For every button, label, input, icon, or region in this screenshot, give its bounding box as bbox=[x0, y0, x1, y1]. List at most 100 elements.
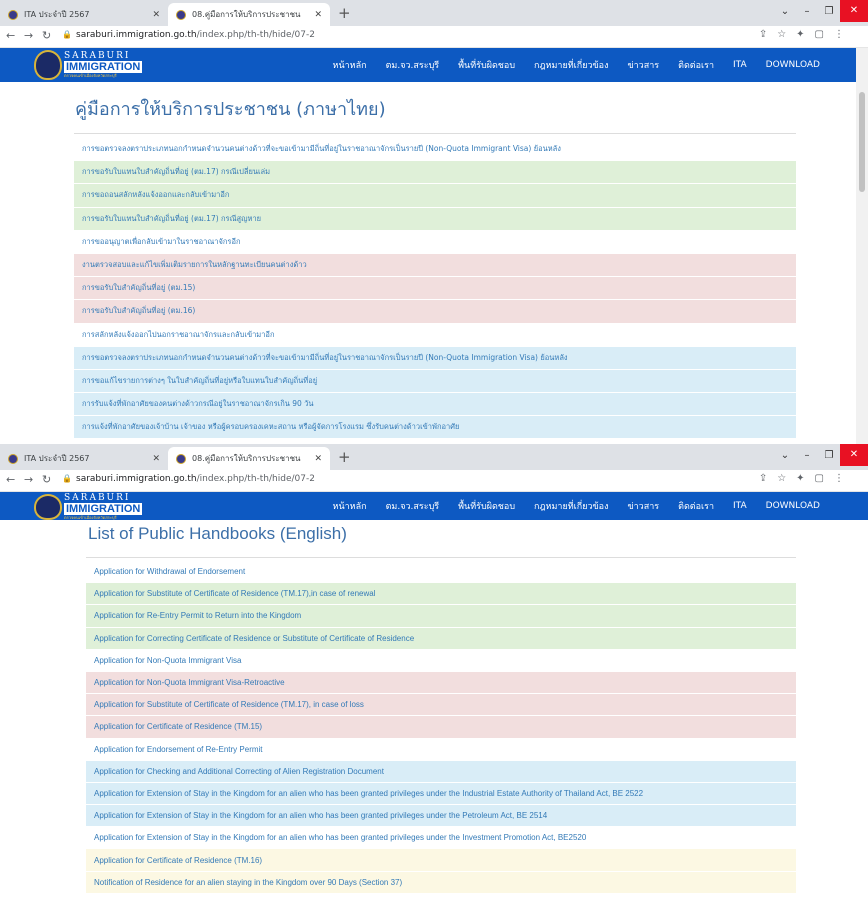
site-favicon-icon bbox=[8, 9, 18, 20]
menu-item-ita[interactable]: ITA bbox=[733, 60, 747, 70]
minimize-icon[interactable]: – bbox=[796, 6, 818, 17]
menu-item-download[interactable]: DOWNLOAD bbox=[766, 60, 820, 70]
handbook-link-item[interactable]: การขอรับใบแทนใบสำคัญถิ่นที่อยู่ (ตม.17) … bbox=[74, 206, 796, 230]
main-menu: หน้าหลัก ตม.จว.สระบุรี พื้นที่รับผิดชอบ … bbox=[314, 48, 820, 82]
close-tab-icon[interactable]: ✕ bbox=[314, 454, 322, 464]
scrollbar-thumb[interactable] bbox=[859, 92, 865, 192]
site-favicon-icon bbox=[8, 453, 18, 464]
handbook-link-item[interactable]: Application for Extension of Stay in the… bbox=[86, 826, 796, 849]
back-icon[interactable]: ← bbox=[6, 29, 15, 42]
window-controls: ⌄ – ❐ ✕ bbox=[774, 0, 868, 22]
handbook-link-item[interactable]: Application for Non-Quota Immigrant Visa bbox=[86, 648, 796, 671]
url-field[interactable]: saraburi.immigration.go.th/index.php/th-… bbox=[76, 474, 315, 484]
toolbar-icons[interactable]: ⇪☆✦▢⋮ bbox=[759, 29, 854, 40]
forward-icon[interactable]: → bbox=[24, 473, 33, 486]
handbook-list-thai: การขอตรวจลงตราประเภทนอกกำหนดจำนวนคนต่างด… bbox=[74, 137, 796, 439]
menu-item-area[interactable]: พื้นที่รับผิดชอบ bbox=[458, 58, 515, 72]
tab-ita[interactable]: ITA ประจำปี 2567 ✕ bbox=[0, 3, 168, 26]
handbook-link-item[interactable]: Application for Substitute of Certificat… bbox=[86, 693, 796, 716]
handbook-link-item[interactable]: การขอตรวจลงตราประเภทนอกกำหนดจำนวนคนต่างด… bbox=[74, 345, 796, 369]
tab-title: 08.คู่มือการให้บริการประชาชน bbox=[192, 10, 301, 19]
tab-handbook[interactable]: 08.คู่มือการให้บริการประชาชน ✕ bbox=[168, 447, 330, 470]
immigration-emblem-icon[interactable] bbox=[34, 50, 62, 80]
tab-search-icon[interactable]: ⌄ bbox=[774, 450, 796, 461]
tab-bar: ITA ประจำปี 2567 ✕ 08.คู่มือการให้บริการ… bbox=[0, 444, 868, 470]
handbook-link-item[interactable]: Application for Re-Entry Permit to Retur… bbox=[86, 604, 796, 627]
menu-item-laws[interactable]: กฎหมายที่เกี่ยวข้อง bbox=[534, 499, 608, 513]
handbook-link-item[interactable]: งานตรวจสอบและแก้ไขเพิ่มเติมรายการในหลักฐ… bbox=[74, 252, 796, 277]
address-bar: ← → ↻ 🔒 saraburi.immigration.go.th/index… bbox=[0, 26, 868, 48]
tab-bar: ITA ประจำปี 2567 ✕ 08.คู่มือการให้บริการ… bbox=[0, 0, 868, 26]
handbook-link-item[interactable]: การขออนุญาตเพื่อกลับเข้ามาในราชอาณาจักรอ… bbox=[74, 229, 796, 253]
handbook-link-item[interactable]: Application for Extension of Stay in the… bbox=[86, 804, 796, 827]
menu-item-ita[interactable]: ITA bbox=[733, 501, 747, 511]
site-favicon-icon bbox=[176, 9, 186, 20]
tab-title: ITA ประจำปี 2567 bbox=[24, 10, 90, 19]
site-logo[interactable]: SARABURI IMMIGRATION ตรวจคนเข้าเมืองจังห… bbox=[64, 51, 143, 79]
tab-handbook[interactable]: 08.คู่มือการให้บริการประชาชน ✕ bbox=[168, 3, 330, 26]
handbook-link-item[interactable]: Application for Endorsement of Re-Entry … bbox=[86, 737, 796, 760]
toolbar-icons[interactable]: ⇪☆✦▢⋮ bbox=[759, 473, 854, 484]
handbook-link-item[interactable]: การขอแก้ไขรายการต่างๆ ในใบสำคัญถิ่นที่อย… bbox=[74, 368, 796, 393]
menu-item-office[interactable]: ตม.จว.สระบุรี bbox=[386, 499, 440, 513]
site-logo[interactable]: SARABURI IMMIGRATION ตรวจคนเข้าเมืองจังห… bbox=[64, 493, 143, 521]
menu-item-office[interactable]: ตม.จว.สระบุรี bbox=[386, 58, 440, 72]
tab-title: 08.คู่มือการให้บริการประชาชน bbox=[192, 454, 301, 463]
new-tab-icon[interactable]: + bbox=[338, 4, 351, 22]
reload-icon[interactable]: ↻ bbox=[42, 473, 51, 486]
minimize-icon[interactable]: – bbox=[796, 450, 818, 461]
handbook-link-item[interactable]: Application for Checking and Additional … bbox=[86, 759, 796, 782]
handbook-link-item[interactable]: Application for Correcting Certificate o… bbox=[86, 626, 796, 649]
handbook-link-item[interactable]: การขอรับใบสำคัญถิ่นที่อยู่ (ตม.16) bbox=[74, 299, 796, 323]
handbook-link-item[interactable]: Application for Substitute of Certificat… bbox=[86, 582, 796, 605]
site-header: SARABURI IMMIGRATION ตรวจคนเข้าเมืองจังห… bbox=[0, 48, 868, 82]
handbook-link-item[interactable]: การแจ้งที่พักอาศัยของเจ้าบ้าน เจ้าของ หร… bbox=[74, 415, 796, 439]
handbook-link-item[interactable]: Application for Withdrawal of Endorsemen… bbox=[86, 560, 796, 583]
restore-icon[interactable]: ❐ bbox=[818, 450, 840, 461]
tab-ita[interactable]: ITA ประจำปี 2567 ✕ bbox=[0, 447, 168, 470]
handbook-link-item[interactable]: Application for Extension of Stay in the… bbox=[86, 781, 796, 805]
menu-item-contact[interactable]: ติดต่อเรา bbox=[678, 499, 714, 513]
menu-item-news[interactable]: ข่าวสาร bbox=[627, 499, 659, 513]
close-tab-icon[interactable]: ✕ bbox=[152, 454, 160, 464]
page-title: คู่มือการให้บริการประชาชน (ภาษาไทย) bbox=[75, 99, 386, 120]
lock-icon[interactable]: 🔒 bbox=[62, 30, 72, 39]
menu-item-home[interactable]: หน้าหลัก bbox=[333, 58, 367, 72]
menu-item-contact[interactable]: ติดต่อเรา bbox=[678, 58, 714, 72]
menu-item-laws[interactable]: กฎหมายที่เกี่ยวข้อง bbox=[534, 58, 608, 72]
back-icon[interactable]: ← bbox=[6, 473, 15, 486]
menu-item-news[interactable]: ข่าวสาร bbox=[627, 58, 659, 72]
new-tab-icon[interactable]: + bbox=[338, 448, 351, 466]
menu-item-area[interactable]: พื้นที่รับผิดชอบ bbox=[458, 499, 515, 513]
close-tab-icon[interactable]: ✕ bbox=[152, 10, 160, 20]
restore-icon[interactable]: ❐ bbox=[818, 6, 840, 17]
menu-item-home[interactable]: หน้าหลัก bbox=[333, 499, 367, 513]
handbook-link-item[interactable]: Application for Non-Quota Immigrant Visa… bbox=[86, 670, 796, 694]
scrollbar[interactable] bbox=[856, 48, 868, 444]
divider bbox=[86, 557, 796, 558]
page-title: List of Public Handbooks (English) bbox=[88, 524, 347, 543]
browser-window-english: ITA ประจำปี 2567 ✕ 08.คู่มือการให้บริการ… bbox=[0, 444, 868, 899]
handbook-link-item[interactable]: การสลักหลังแจ้งออกไปนอกราชอาณาจักรและกลั… bbox=[74, 322, 796, 346]
tab-search-icon[interactable]: ⌄ bbox=[774, 6, 796, 17]
reload-icon[interactable]: ↻ bbox=[42, 29, 51, 42]
forward-icon[interactable]: → bbox=[24, 29, 33, 42]
close-window-icon[interactable]: ✕ bbox=[840, 444, 868, 466]
handbook-link-item[interactable]: การขอรับใบสำคัญถิ่นที่อยู่ (ตม.15) bbox=[74, 276, 796, 300]
tab-title: ITA ประจำปี 2567 bbox=[24, 454, 90, 463]
site-header: SARABURI IMMIGRATION ตรวจคนเข้าเมืองจังห… bbox=[0, 492, 868, 520]
handbook-link-item[interactable]: การรับแจ้งที่พักอาศัยของคนต่างด้าวกรณีอย… bbox=[74, 392, 796, 416]
lock-icon[interactable]: 🔒 bbox=[62, 474, 72, 483]
handbook-link-item[interactable]: Application for Certificate of Residence… bbox=[86, 848, 796, 871]
url-field[interactable]: saraburi.immigration.go.th/index.php/th-… bbox=[76, 30, 315, 40]
handbook-link-item[interactable]: การขอถอนสลักหลังแจ้งออกและกลับเข้ามาอีก bbox=[74, 183, 796, 207]
handbook-link-item[interactable]: การขอตรวจลงตราประเภทนอกกำหนดจำนวนคนต่างด… bbox=[74, 137, 796, 161]
close-window-icon[interactable]: ✕ bbox=[840, 0, 868, 22]
handbook-link-item[interactable]: Notification of Residence for an alien s… bbox=[86, 870, 796, 893]
main-menu: หน้าหลัก ตม.จว.สระบุรี พื้นที่รับผิดชอบ … bbox=[314, 492, 820, 520]
menu-item-download[interactable]: DOWNLOAD bbox=[766, 501, 820, 511]
handbook-link-item[interactable]: การขอรับใบแทนใบสำคัญถิ่นที่อยู่ (ตม.17) … bbox=[74, 160, 796, 184]
handbook-link-item[interactable]: Application for Certificate of Residence… bbox=[86, 715, 796, 738]
immigration-emblem-icon[interactable] bbox=[34, 494, 62, 520]
close-tab-icon[interactable]: ✕ bbox=[314, 10, 322, 20]
